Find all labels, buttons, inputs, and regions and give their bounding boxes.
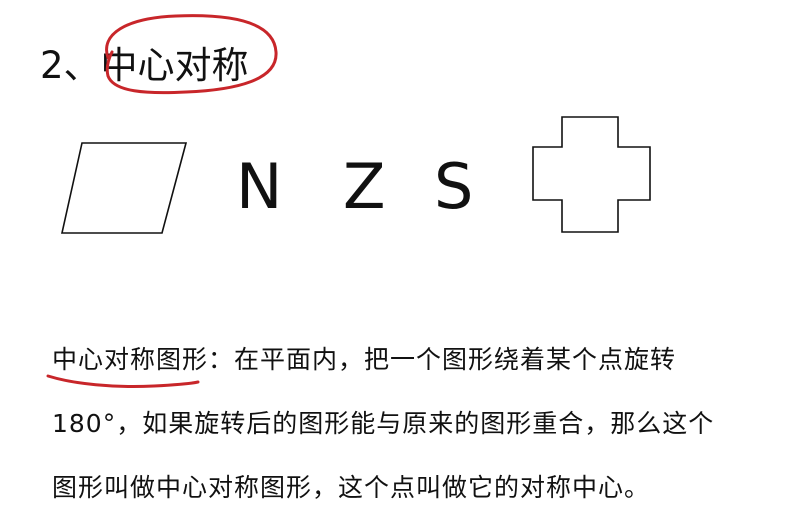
term-underline-annotation <box>46 374 200 389</box>
definition-line: 180°，如果旋转后的图形能与原来的图形重合，那么这个 <box>52 409 715 438</box>
title-circle-annotation <box>105 14 278 95</box>
letter-s: S <box>434 150 474 223</box>
cross-shape <box>532 116 651 233</box>
parallelogram-shape <box>61 142 188 234</box>
definition-line: 图形叫做中心对称图形，这个点叫做它的对称中心。 <box>52 473 651 502</box>
letter-z: Z <box>343 150 386 223</box>
definition-paragraph: 中心对称图形：在平面内，把一个图形绕着某个点旋转 180°，如果旋转后的图形能与… <box>52 328 762 520</box>
letter-n: N <box>236 150 283 223</box>
section-number: 2、 <box>40 44 101 87</box>
figures-row: N Z S <box>0 116 794 250</box>
